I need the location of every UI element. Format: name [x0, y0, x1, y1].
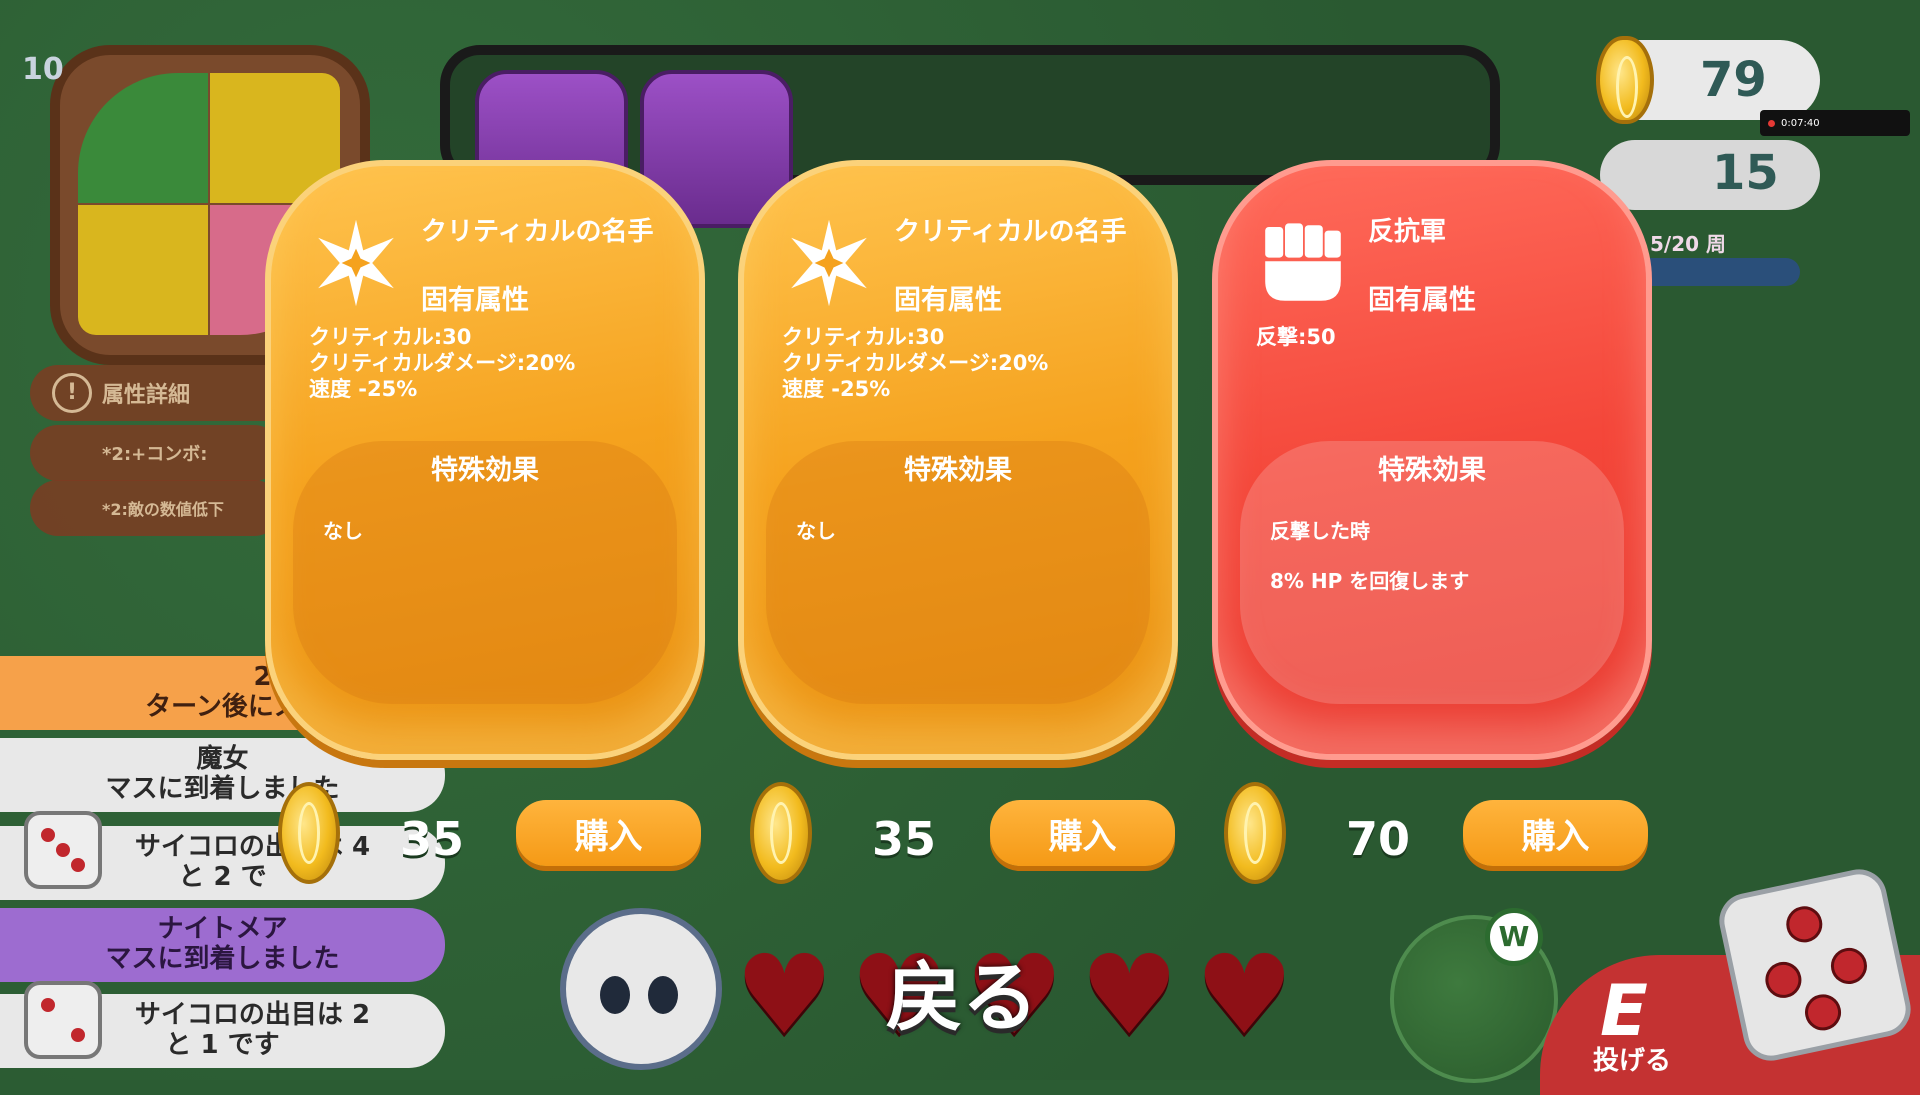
effect-title: 特殊効果 — [1378, 455, 1486, 486]
effect-line: 8% HP を回復します — [1270, 569, 1470, 593]
fist-icon — [1265, 223, 1341, 301]
w-key-badge: W — [1485, 908, 1543, 966]
stat-line: クリティカル:30 — [309, 325, 472, 349]
effect-text: 反撃した時 8% HP を回復します — [1270, 506, 1469, 606]
stat-line: クリティカル:30 — [782, 325, 945, 349]
enemy-note: *2:敵の数値低下 — [30, 480, 282, 536]
stat-line: クリティカルダメージ:20% — [309, 351, 576, 375]
enemy-note-text: *2:敵の数値低下 — [102, 500, 224, 519]
dice-pip — [1801, 991, 1845, 1034]
heart-icon: ♥ — [735, 931, 834, 1059]
price-value: 35 — [872, 812, 937, 866]
card-subtitle: 固有属性 — [421, 285, 529, 316]
coin-icon — [1596, 36, 1654, 124]
attribute-detail-label: 属性詳細 — [102, 383, 191, 408]
dice-icon — [18, 975, 108, 1065]
combo-note: *2:+コンボ: — [30, 425, 282, 481]
star-burst-icon — [318, 219, 394, 307]
card-title: クリティカルの名手 — [421, 217, 654, 247]
card-subtitle: 固有属性 — [1368, 285, 1476, 316]
shop-card[interactable]: クリティカルの名手 固有属性 クリティカル:30 クリティカルダメージ:20% … — [265, 160, 705, 760]
record-dot-icon — [1768, 119, 1775, 127]
effect-line: なし — [796, 519, 836, 543]
lightning-quadrant-icon — [78, 205, 208, 335]
shop-card[interactable]: クリティカルの名手 固有属性 クリティカル:30 クリティカルダメージ:20% … — [738, 160, 1178, 760]
card-stats: 反撃:50 — [1256, 324, 1336, 350]
combo-note-text: *2:+コンボ: — [102, 444, 208, 465]
throw-label: 投げる — [1593, 1046, 1672, 1076]
alert-icon: ! — [52, 373, 92, 413]
shop-card[interactable]: 反抗軍 固有属性 反撃:50 特殊効果 反撃した時 8% HP を回復します — [1212, 160, 1652, 760]
star-burst-icon — [791, 219, 867, 307]
stat-line: 反撃:50 — [1256, 325, 1336, 349]
round-counter — [1600, 140, 1820, 210]
leaf-quadrant-icon — [78, 73, 208, 203]
effect-title: 特殊効果 — [431, 455, 539, 486]
coin-icon — [278, 782, 340, 884]
dice-pip — [1762, 958, 1805, 1002]
effect-line: なし — [323, 519, 363, 543]
dice-icon[interactable] — [1714, 864, 1916, 1066]
dice-pip — [1827, 944, 1871, 988]
coin-value: 79 — [1700, 52, 1767, 108]
card-subtitle: 固有属性 — [894, 285, 1002, 316]
stat-line: 速度 -25% — [782, 377, 891, 401]
card-title: クリティカルの名手 — [894, 217, 1127, 247]
recording-time: 0:07:40 — [1781, 117, 1820, 129]
price-value: 70 — [1346, 812, 1411, 866]
price-value: 35 — [400, 812, 465, 866]
effect-title: 特殊効果 — [904, 455, 1012, 486]
log-entry: ナイトメア マスに到着しました — [0, 908, 445, 982]
buy-button[interactable]: 購入 — [1463, 800, 1648, 866]
dice-pip — [1782, 902, 1826, 946]
round-value: 15 — [1712, 145, 1779, 201]
stat-line: 速度 -25% — [309, 377, 418, 401]
card-title: 反抗軍 — [1368, 217, 1447, 247]
lap-counter: 5/20 周 — [1650, 232, 1727, 256]
log-line: マスに到着しました — [105, 944, 340, 974]
player-avatar — [560, 908, 722, 1070]
back-button[interactable]: 戻る — [880, 935, 1044, 1047]
attribute-detail-button[interactable]: ! 属性詳細 — [30, 365, 302, 421]
buy-button[interactable]: 購入 — [516, 800, 701, 866]
heart-icon: ♥ — [1080, 931, 1179, 1059]
card-stats: クリティカル:30 クリティカルダメージ:20% 速度 -25% — [309, 324, 575, 402]
log-line: ナイトメア — [157, 914, 288, 944]
heart-icon: ♥ — [1195, 931, 1294, 1059]
dice-icon — [18, 805, 108, 895]
card-stats: クリティカル:30 クリティカルダメージ:20% 速度 -25% — [782, 324, 1048, 402]
coin-icon — [1224, 782, 1286, 884]
stat-line: クリティカルダメージ:20% — [782, 351, 1049, 375]
recording-indicator: 0:07:40 — [1760, 110, 1910, 136]
log-line: マスに到着しました — [105, 774, 340, 804]
avatar-eye — [648, 976, 678, 1014]
effect-line: 反撃した時 — [1270, 519, 1370, 543]
level-number: 10 — [22, 52, 64, 87]
buy-button[interactable]: 購入 — [990, 800, 1175, 866]
effect-text: なし — [796, 506, 836, 556]
effect-text: なし — [323, 506, 363, 556]
avatar-eye — [600, 976, 630, 1014]
coin-icon — [750, 782, 812, 884]
